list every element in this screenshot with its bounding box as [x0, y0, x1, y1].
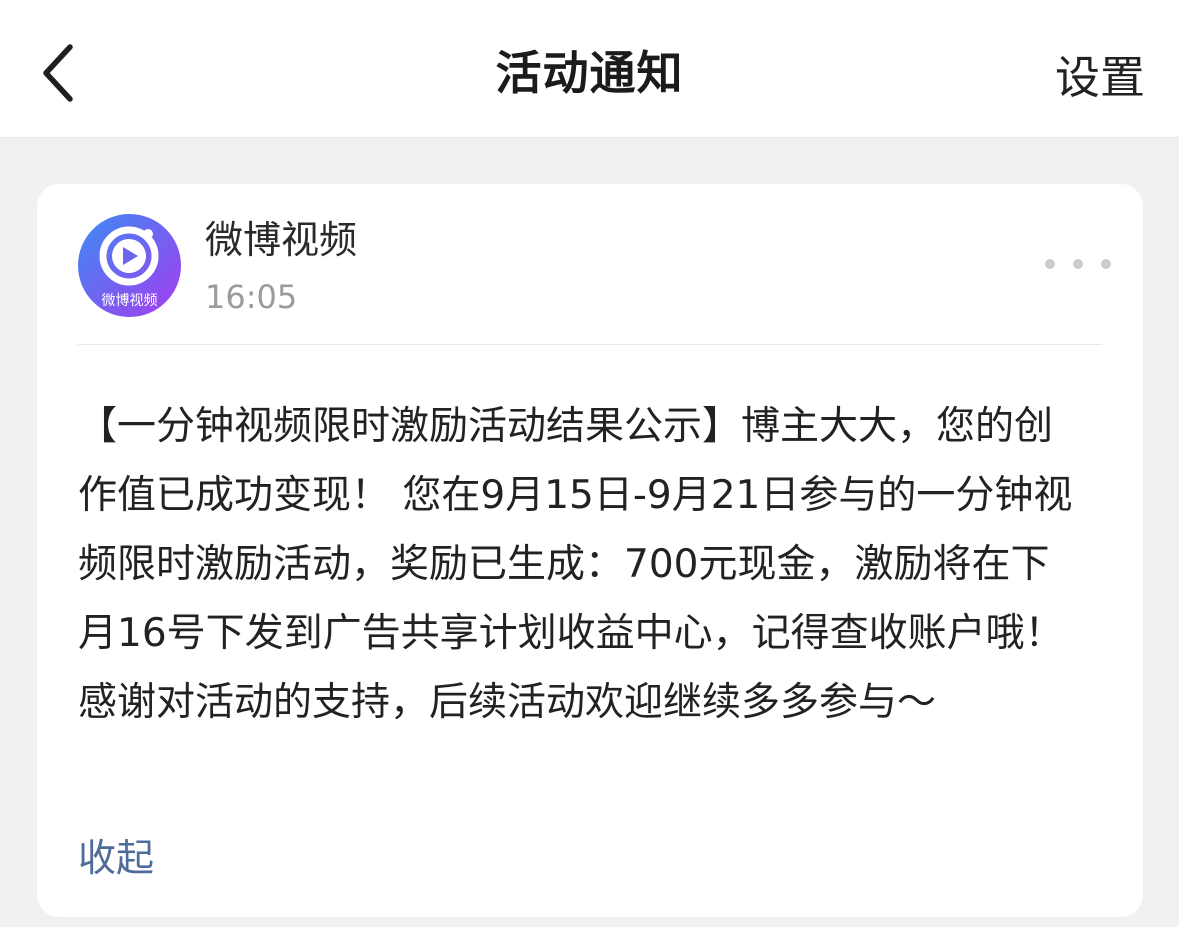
- divider: [78, 344, 1102, 345]
- more-dot: [1101, 259, 1111, 269]
- collapse-link[interactable]: 收起: [78, 830, 154, 886]
- more-dot: [1073, 259, 1083, 269]
- avatar-label: 微博视频: [102, 292, 158, 309]
- page-title: 活动通知: [495, 46, 684, 100]
- navigation-bar: 活动通知 设置: [0, 0, 1179, 138]
- sender-name: 微博视频: [205, 218, 358, 262]
- notification-card: 微博视频 微博视频 16:05 【一分钟视频限时激励活动结果公示】博主大大，您的…: [37, 184, 1143, 917]
- more-options-button[interactable]: [1045, 246, 1111, 282]
- more-dot: [1045, 259, 1055, 269]
- settings-button[interactable]: 设置: [1055, 46, 1145, 110]
- message-body: 【一分钟视频限时激励活动结果公示】博主大大，您的创作值已成功变现！ 您在9月15…: [78, 404, 1073, 725]
- avatar[interactable]: 微博视频: [78, 214, 181, 317]
- message-time: 16:05: [205, 278, 298, 316]
